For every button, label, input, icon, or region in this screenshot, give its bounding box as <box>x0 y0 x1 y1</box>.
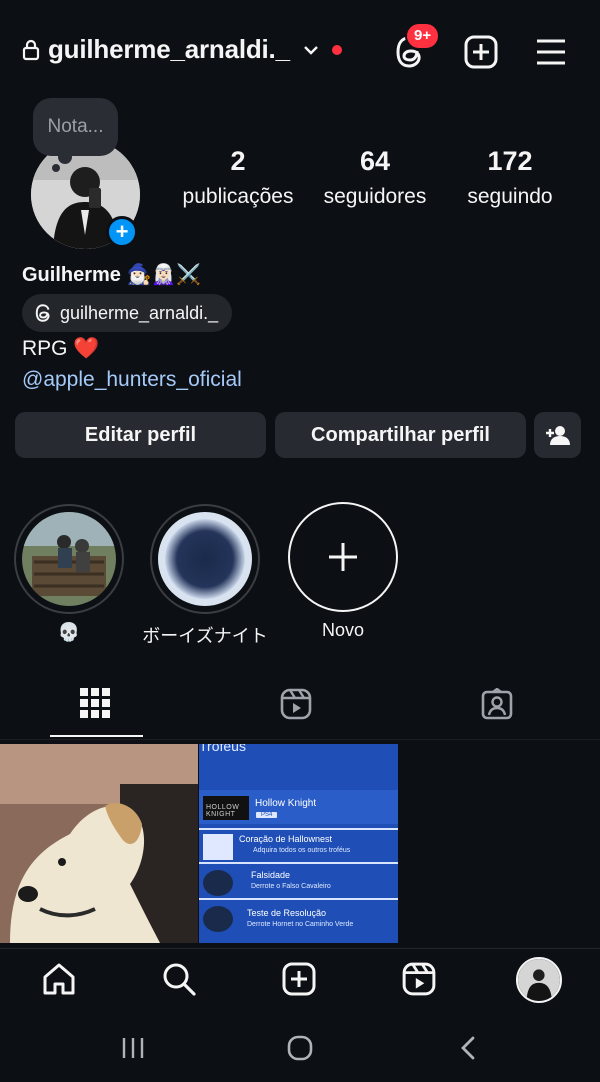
add-story-button[interactable]: + <box>106 216 138 248</box>
nav-search[interactable] <box>162 962 196 996</box>
note-bubble[interactable]: Nota... <box>33 98 118 156</box>
home-circle-icon <box>287 1035 313 1061</box>
threads-handle: guilherme_arnaldi._ <box>60 302 219 323</box>
post-2-game-row: HOLLOW KNIGHT Hollow Knight PS4 <box>199 790 398 824</box>
nav-profile[interactable] <box>516 957 562 1003</box>
account-switcher[interactable]: guilherme_arnaldi._ <box>22 34 342 65</box>
highlight-1[interactable]: 💀 <box>14 504 124 643</box>
home-icon <box>42 962 76 996</box>
stat-posts-label: publicações <box>182 185 294 208</box>
tab-tagged[interactable] <box>481 688 513 720</box>
trophy-row: Coração de Hallownest Adquira todos os o… <box>199 828 398 864</box>
active-tab-indicator <box>50 735 143 737</box>
trophy-row: Teste de Resolução Derrote Hornet no Cam… <box>199 902 398 938</box>
reels-icon <box>402 962 436 996</box>
recent-apps-icon <box>121 1036 145 1060</box>
tab-reels[interactable] <box>280 688 312 720</box>
platform-tag: PS4 <box>256 812 278 818</box>
grid-icon <box>80 688 110 718</box>
threads-icon-small <box>34 303 54 323</box>
game-title: Hollow Knight <box>255 798 317 809</box>
home-button[interactable] <box>287 1035 313 1061</box>
share-profile-button[interactable]: Compartilhar perfil <box>275 412 526 458</box>
highlight-1-cover <box>22 512 116 606</box>
menu-button[interactable] <box>536 38 566 66</box>
profile-avatar-small <box>518 959 560 1001</box>
trophy-1-image <box>203 834 233 860</box>
reels-icon <box>280 688 312 720</box>
stat-posts[interactable]: 2 publicações <box>172 146 304 209</box>
stat-followers[interactable]: 64 seguidores <box>310 146 440 209</box>
username: guilherme_arnaldi._ <box>48 34 290 64</box>
edit-profile-button[interactable]: Editar perfil <box>15 412 266 458</box>
back-button[interactable] <box>458 1035 478 1061</box>
trophy-1-desc: Adquira todos os outros troféus <box>253 847 351 854</box>
full-name: Guilherme 🧙🏻‍♂️🧝🏻‍♀️⚔️ <box>22 264 202 286</box>
trophy-2-image <box>203 870 233 896</box>
note-bubble-tail <box>58 150 72 164</box>
nav-reels[interactable] <box>402 962 436 996</box>
add-person-icon <box>545 424 571 446</box>
highlight-1-label: 💀 <box>57 622 81 642</box>
highlight-2[interactable]: ボーイズナイト <box>142 504 268 648</box>
create-button[interactable] <box>464 35 498 69</box>
stat-following[interactable]: 172 seguindo <box>448 146 572 209</box>
nav-create[interactable] <box>282 962 316 996</box>
trophy-3-title: Teste de Resolução <box>247 908 327 918</box>
new-highlight-circle <box>288 502 398 612</box>
trophy-1-title: Coração de Hallownest <box>239 834 333 844</box>
game-cover-image: HOLLOW KNIGHT <box>203 796 249 820</box>
bio-link[interactable]: @apple_hunters_oficial <box>22 368 242 392</box>
new-highlight[interactable]: Novo <box>288 502 398 641</box>
highlight-2-cover <box>158 512 252 606</box>
chevron-down-icon <box>302 44 320 56</box>
discover-people-button[interactable] <box>534 412 581 458</box>
post-2-header: Troféus <box>199 744 246 754</box>
trophy-2-desc: Derrote o Falso Cavaleiro <box>251 883 331 890</box>
stat-followers-label: seguidores <box>323 185 427 208</box>
trophy-3-image <box>203 906 233 932</box>
tab-grid[interactable] <box>80 688 110 718</box>
trophy-row: Falsidade Derrote o Falso Cavaleiro <box>199 866 398 900</box>
lock-icon <box>22 39 40 61</box>
threads-link[interactable]: guilherme_arnaldi._ <box>22 294 233 332</box>
notification-badge: 9+ <box>405 22 441 50</box>
unread-dot <box>331 44 342 55</box>
recent-apps-button[interactable] <box>121 1036 145 1060</box>
stat-following-label: seguindo <box>467 185 553 208</box>
trophy-3-desc: Derrote Hornet no Caminho Verde <box>247 921 354 928</box>
menu-icon <box>536 38 566 66</box>
trophy-2-title: Falsidade <box>251 870 291 880</box>
tabs-divider <box>0 739 600 740</box>
plus-icon: + <box>115 219 129 244</box>
create-icon <box>464 35 498 69</box>
back-icon <box>458 1035 478 1061</box>
bio-text: RPG ❤️ <box>22 337 100 360</box>
create-icon <box>282 962 316 996</box>
stat-following-value: 172 <box>487 146 533 176</box>
stat-followers-value: 64 <box>359 146 391 176</box>
post-thumbnail-2[interactable]: Troféus HOLLOW KNIGHT Hollow Knight PS4 … <box>199 744 398 943</box>
stat-posts-value: 2 <box>230 146 246 176</box>
new-highlight-label: Novo <box>321 620 365 640</box>
note-bubble-tail-small <box>52 164 60 172</box>
highlight-2-label: ボーイズナイト <box>142 626 268 646</box>
tagged-icon <box>481 688 513 720</box>
plus-icon <box>327 541 359 573</box>
nav-home[interactable] <box>42 962 76 996</box>
post-thumbnail-1[interactable] <box>0 744 198 943</box>
search-icon <box>162 962 196 996</box>
